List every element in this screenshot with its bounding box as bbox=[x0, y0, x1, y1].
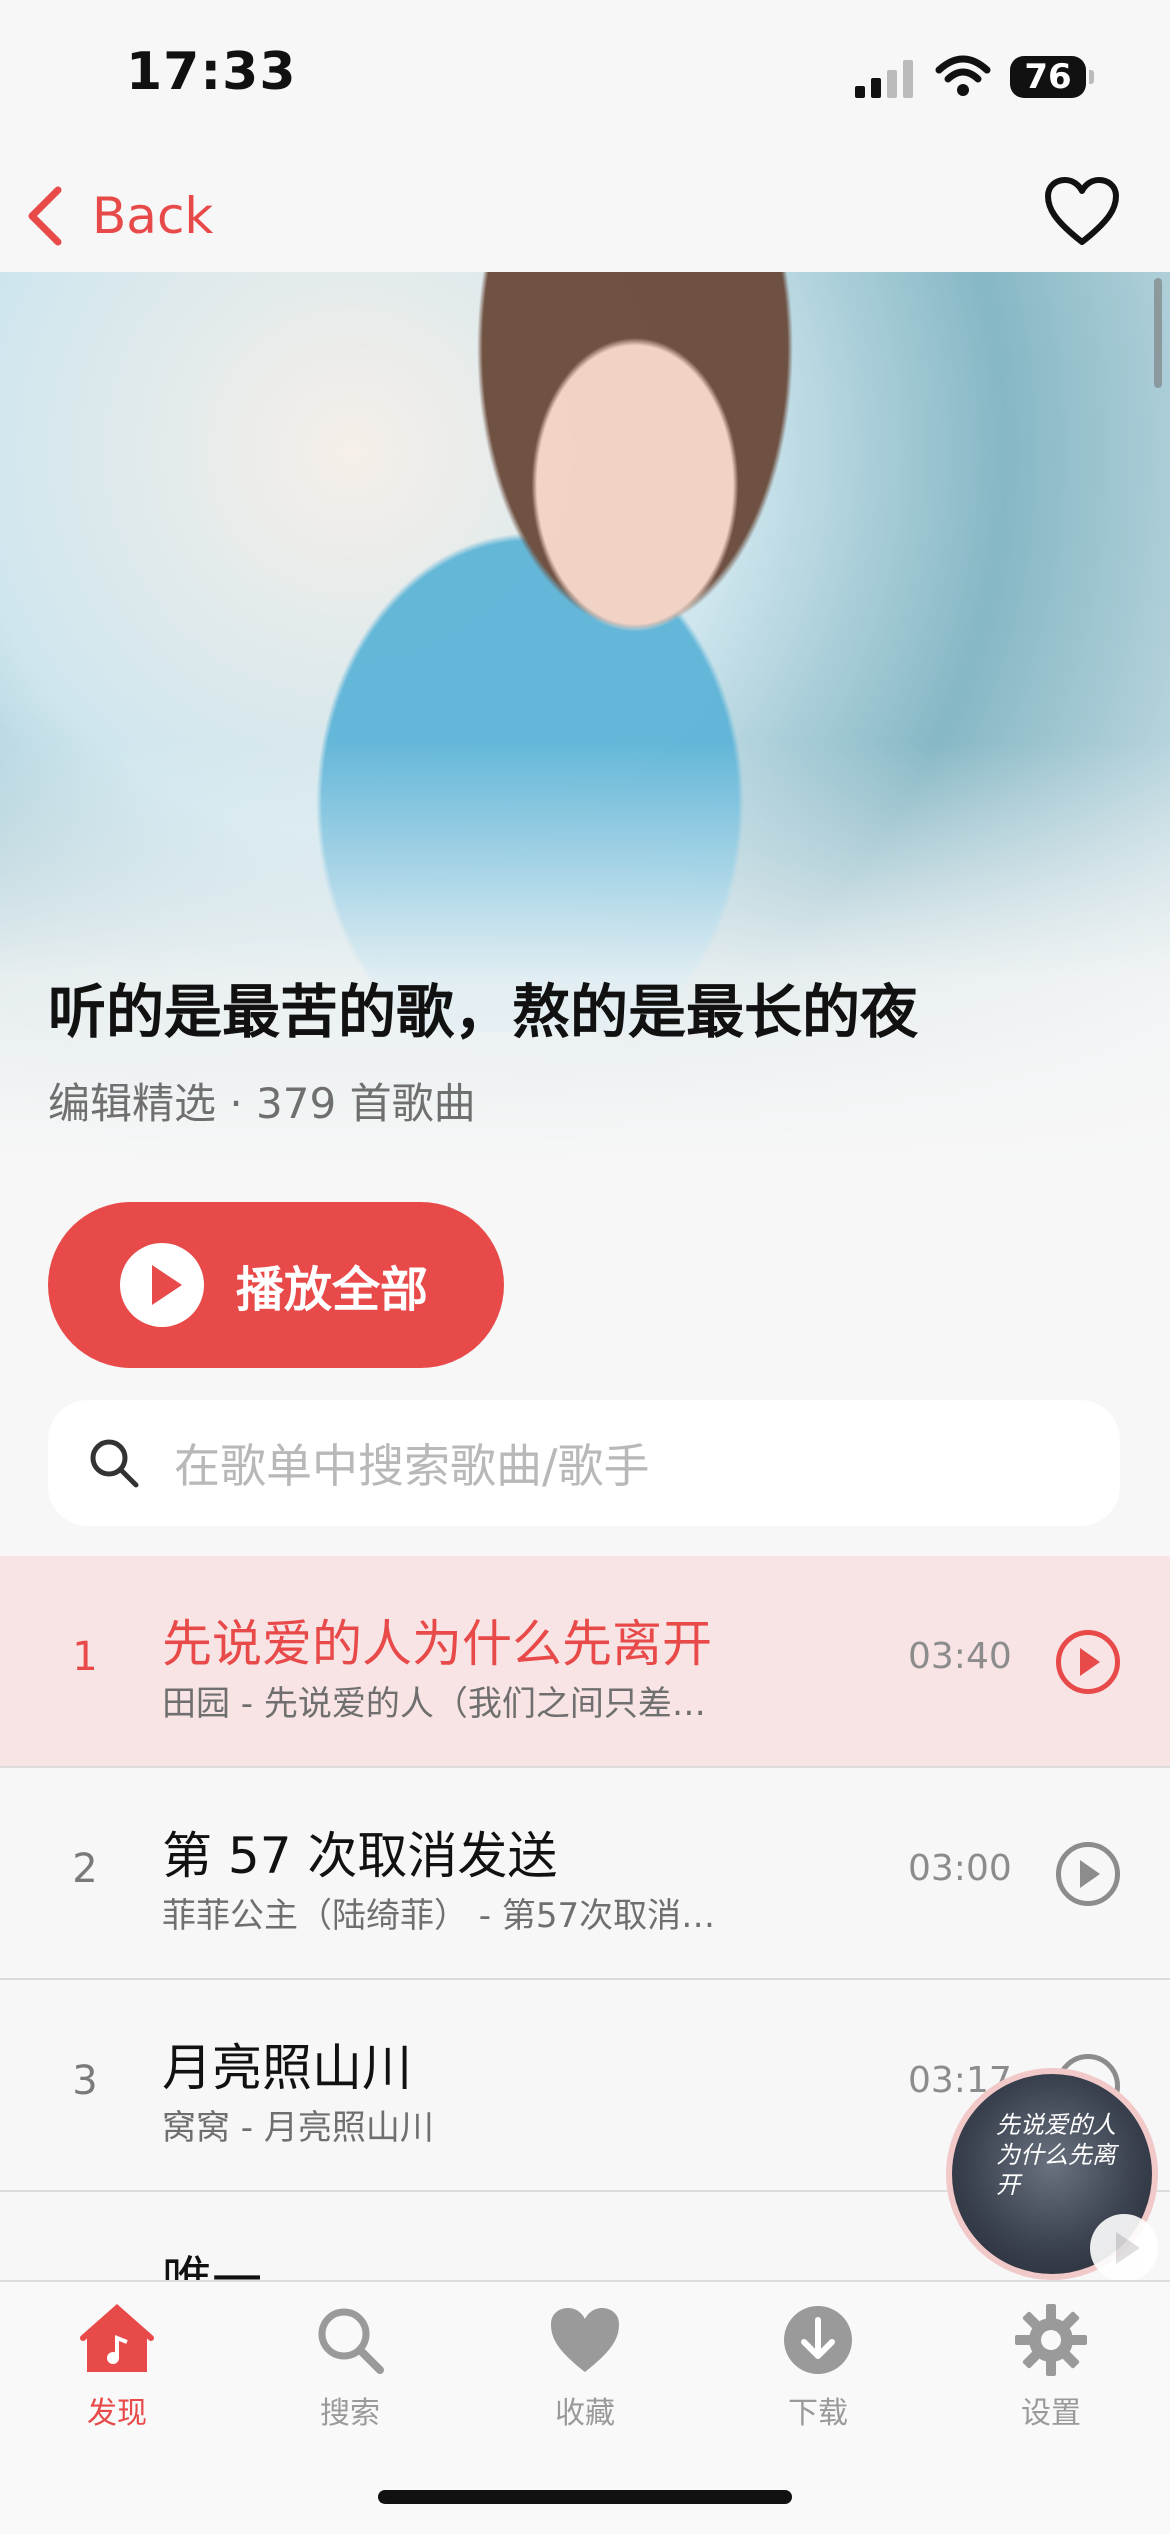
play-all-button[interactable]: 播放全部 bbox=[48, 1202, 504, 1368]
tab-search[interactable]: 搜索 bbox=[275, 2302, 425, 2432]
mini-player-play-icon[interactable] bbox=[1090, 2214, 1158, 2282]
playlist-subtitle: 编辑精选 · 379 首歌曲 bbox=[48, 1079, 476, 1128]
search-placeholder: 在歌单中搜索歌曲/歌手 bbox=[174, 1439, 650, 1493]
download-icon bbox=[784, 2306, 852, 2374]
home-icon bbox=[80, 2303, 154, 2372]
playlist-search-input[interactable]: 在歌单中搜索歌曲/歌手 bbox=[48, 1400, 1120, 1526]
song-index: 1 bbox=[72, 1634, 98, 1680]
song-index: 3 bbox=[72, 2058, 98, 2104]
song-duration: 03:40 bbox=[908, 1636, 1012, 1677]
heart-icon bbox=[551, 2308, 619, 2372]
play-all-label: 播放全部 bbox=[236, 1262, 429, 1318]
tab-label: 收藏 bbox=[555, 2396, 615, 2431]
song-row[interactable]: 1 先说爱的人为什么先离开 田园 - 先说爱的人（我们之间只差… 03:40 bbox=[0, 1556, 1170, 1768]
status-bar: 17:33 76 bbox=[0, 0, 1170, 160]
tab-discover[interactable]: 发现 bbox=[42, 2302, 192, 2432]
tab-settings[interactable]: 设置 bbox=[976, 2302, 1126, 2432]
gear-icon bbox=[1015, 2304, 1087, 2376]
tab-label: 设置 bbox=[1021, 2396, 1081, 2431]
tab-download[interactable]: 下载 bbox=[743, 2302, 893, 2432]
search-icon bbox=[318, 2308, 384, 2374]
play-circle-icon[interactable] bbox=[1056, 1630, 1120, 1694]
scroll-indicator bbox=[1154, 278, 1162, 388]
search-icon bbox=[90, 1439, 139, 1488]
mini-player-disc[interactable]: 先说爱的人为什么先离开 bbox=[946, 2068, 1158, 2282]
song-artist: 菲菲公主（陆绮菲） - 第57次取消… bbox=[162, 1896, 716, 1936]
cellular-signal-icon bbox=[855, 60, 913, 98]
back-label: Back bbox=[92, 187, 214, 245]
tab-favorites[interactable]: 收藏 bbox=[510, 2302, 660, 2432]
wifi-icon bbox=[935, 55, 991, 96]
song-title: 第 57 次取消发送 bbox=[162, 1827, 558, 1885]
song-artist: 田园 - 先说爱的人（我们之间只差… bbox=[162, 1684, 706, 1724]
battery-indicator: 76 bbox=[1010, 56, 1094, 98]
song-list: 1 先说爱的人为什么先离开 田园 - 先说爱的人（我们之间只差… 03:40 2… bbox=[0, 1556, 1170, 2404]
song-duration: 03:00 bbox=[908, 1848, 1012, 1889]
home-indicator[interactable] bbox=[378, 2490, 792, 2504]
song-title: 先说爱的人为什么先离开 bbox=[162, 1615, 712, 1673]
song-index: 2 bbox=[72, 1846, 98, 1892]
song-row[interactable]: 2 第 57 次取消发送 菲菲公主（陆绮菲） - 第57次取消… 03:00 bbox=[0, 1768, 1170, 1980]
mini-player-cover-text: 先说爱的人为什么先离开 bbox=[996, 2111, 1116, 2199]
playlist-title: 听的是最苦的歌，熬的是最长的夜 bbox=[48, 978, 919, 1046]
status-time: 17:33 bbox=[126, 42, 297, 102]
back-button[interactable]: Back bbox=[22, 174, 213, 258]
favorite-heart-icon[interactable] bbox=[1044, 176, 1120, 248]
chevron-left-icon bbox=[28, 186, 62, 246]
tab-label: 发现 bbox=[87, 2396, 147, 2431]
tab-label: 下载 bbox=[788, 2396, 848, 2431]
play-circle-icon[interactable] bbox=[1056, 1842, 1120, 1906]
navigation-bar: Back bbox=[0, 160, 1170, 272]
song-title: 月亮照山川 bbox=[162, 2039, 412, 2097]
tab-label: 搜索 bbox=[320, 2396, 380, 2431]
song-artist: 窝窝 - 月亮照山川 bbox=[162, 2108, 434, 2148]
play-icon bbox=[120, 1243, 204, 1327]
